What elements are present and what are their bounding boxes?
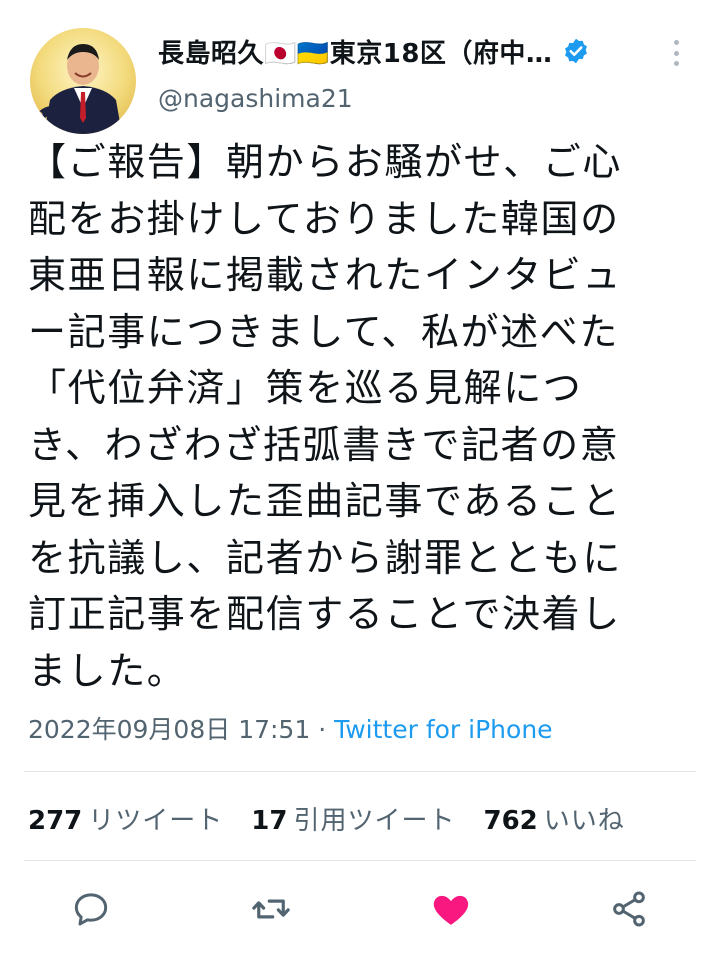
tweet-text: 【ご報告】朝からお騒がせ、ご心 配をお掛けしておりました韓国の 東亜日報に掲載さ… <box>28 140 623 693</box>
quote-count-label: 引用ツイート <box>293 806 456 836</box>
verified-badge-icon <box>562 37 590 65</box>
author-name-row[interactable]: 長島昭久🇯🇵🇺🇦東京18区（府中… <box>158 30 590 72</box>
retweet-icon <box>252 899 290 919</box>
more-options-icon[interactable] <box>664 36 688 70</box>
quote-count-value: 17 <box>251 806 288 836</box>
retweet-button[interactable] <box>248 886 294 932</box>
divider <box>24 771 696 772</box>
tweet-stats: 277 リツイート 17 引用ツイート 762 いいね <box>28 800 653 837</box>
reply-button[interactable] <box>68 886 114 932</box>
display-name[interactable]: 長島昭久🇯🇵🇺🇦東京18区（府中… <box>158 33 552 70</box>
user-handle[interactable]: @nagashima21 <box>158 84 353 113</box>
tweet-source-link[interactable]: Twitter for iPhone <box>334 715 552 744</box>
like-count[interactable]: 762 いいね <box>484 800 625 837</box>
like-count-value: 762 <box>483 806 538 836</box>
avatar-image <box>30 28 136 134</box>
like-count-label: いいね <box>543 806 625 836</box>
meta-separator: · <box>310 715 335 744</box>
heart-icon <box>433 895 469 925</box>
share-icon <box>613 891 645 927</box>
retweet-count-label: リツイート <box>88 806 224 836</box>
avatar[interactable] <box>30 28 136 134</box>
tweet-meta: 2022年09月08日 17:51 · Twitter for iPhone <box>28 710 553 746</box>
share-button[interactable] <box>606 886 652 932</box>
divider <box>24 860 696 861</box>
like-button[interactable] <box>428 886 474 932</box>
tweet-timestamp[interactable]: 2022年09月08日 17:51 <box>28 715 310 744</box>
retweet-count-value: 277 <box>28 806 83 836</box>
reply-icon <box>74 893 108 926</box>
tweet-detail: 長島昭久🇯🇵🇺🇦東京18区（府中… @nagashima21 【ご報告】朝からお… <box>0 0 720 977</box>
retweet-count[interactable]: 277 リツイート <box>28 800 223 837</box>
quote-count[interactable]: 17 引用ツイート <box>251 800 455 837</box>
